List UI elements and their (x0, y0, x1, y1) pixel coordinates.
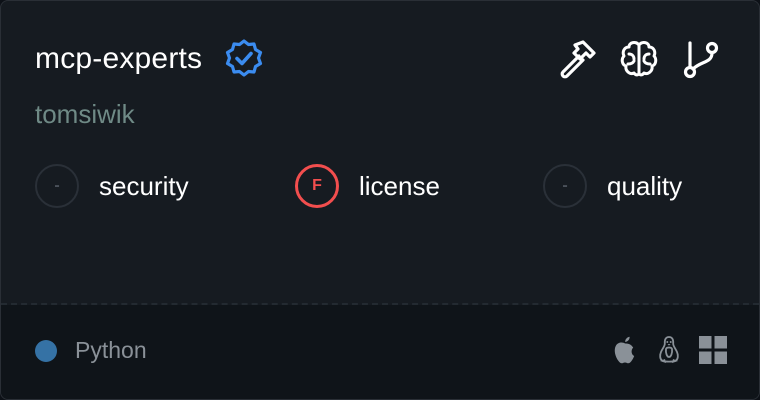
brain-icon (617, 37, 661, 81)
server-card[interactable]: mcp-experts tomsiwik - security F licens… (0, 0, 760, 400)
server-name[interactable]: mcp-experts (35, 42, 202, 76)
title-row: mcp-experts (35, 37, 266, 81)
license-label: license (359, 170, 440, 201)
git-branch-icon (679, 37, 723, 81)
card-footer: Python (1, 305, 759, 399)
security-grade: - (35, 164, 79, 208)
language-label: Python (75, 337, 147, 363)
quality-label: quality (607, 170, 683, 201)
verified-badge-icon (222, 37, 266, 81)
linux-icon (655, 335, 683, 365)
language-color-dot (35, 340, 57, 362)
score-quality[interactable]: - quality (543, 164, 682, 208)
score-security[interactable]: - security (35, 164, 189, 208)
security-label: security (99, 170, 189, 201)
owner-name[interactable]: tomsiwik (35, 99, 135, 130)
score-license[interactable]: F license (295, 164, 440, 208)
platform-icons (611, 335, 727, 365)
capability-icons (555, 37, 723, 81)
windows-icon (699, 335, 727, 365)
apple-icon (611, 335, 639, 365)
quality-grade: - (543, 164, 587, 208)
hammer-icon (555, 37, 599, 81)
license-grade: F (295, 164, 339, 208)
